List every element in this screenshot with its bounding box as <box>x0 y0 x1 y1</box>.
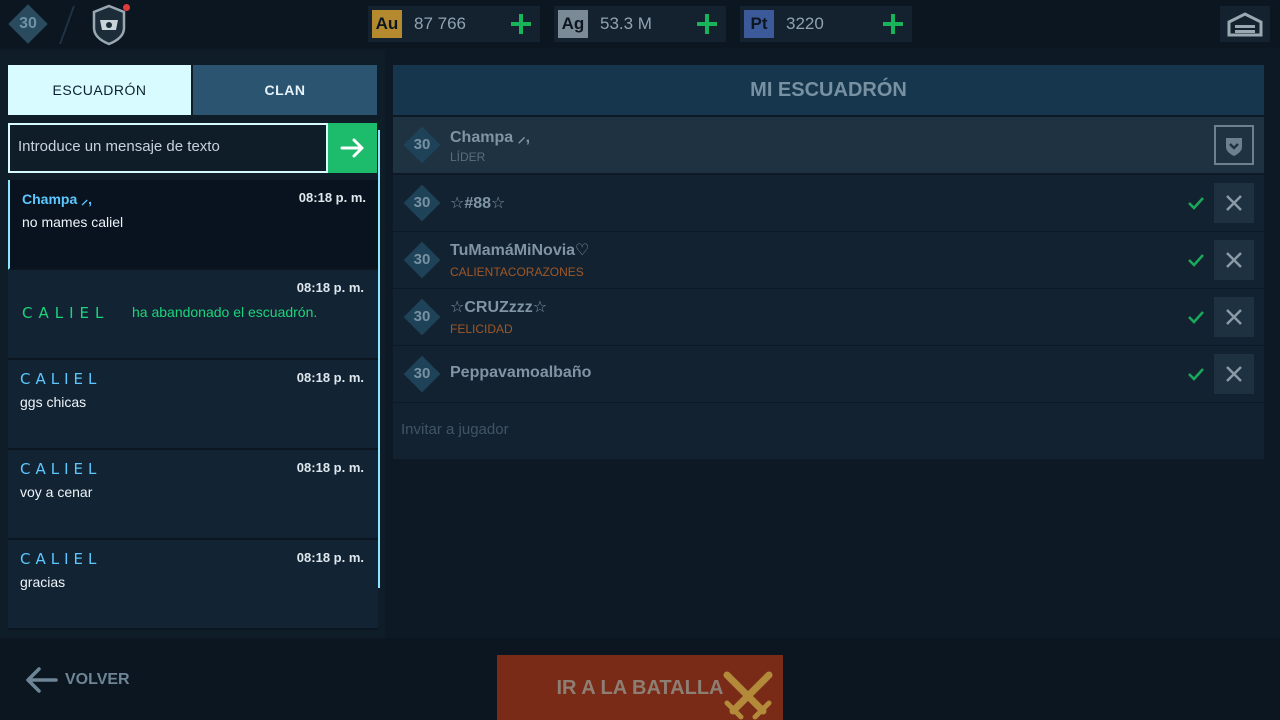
member-level-badge: 30 <box>403 298 441 336</box>
back-button[interactable]: VOLVER <box>22 660 142 700</box>
platinum-amount: 3220 <box>786 14 824 33</box>
kick-member-button[interactable] <box>1214 183 1254 223</box>
shield-icon <box>1226 138 1242 156</box>
member-level-badge: 30 <box>403 126 441 164</box>
squad-member-row[interactable]: 30 ☆CRUZzzz☆ FELICIDAD <box>393 289 1264 345</box>
message-time: 08:18 p. m. <box>298 190 366 205</box>
chat-message: CALIEL 08:18 p. m. voy a cenar <box>8 450 378 540</box>
squad-title: MI ESCUADRÓN <box>393 65 1264 115</box>
squad-panel: MI ESCUADRÓN 30 Champa ⸝, LÍDER 30 ☆#88☆… <box>393 65 1264 460</box>
hangar-button[interactable] <box>1220 6 1270 42</box>
invite-placeholder: Invitar a jugador <box>401 421 509 438</box>
ready-check-icon <box>1188 368 1204 381</box>
member-name: TuMamáMiNovia♡ <box>450 242 590 259</box>
message-author[interactable]: CALIEL <box>20 460 101 478</box>
message-text: no mames caliel <box>22 214 124 230</box>
ready-check-icon <box>1188 311 1204 324</box>
add-silver-button[interactable] <box>694 11 720 37</box>
tab-clan[interactable]: CLAN <box>193 65 377 115</box>
kick-member-button[interactable] <box>1214 297 1254 337</box>
chat-scrollbar[interactable] <box>378 130 380 588</box>
gold-amount: 87 766 <box>414 14 466 33</box>
notification-dot <box>123 4 130 11</box>
kick-member-button[interactable] <box>1214 354 1254 394</box>
platinum-icon: Pt <box>744 10 774 38</box>
close-icon <box>1226 195 1242 211</box>
leader-shield-button[interactable] <box>1214 125 1254 165</box>
message-input[interactable] <box>10 125 326 167</box>
chat-message: Champa ⸝, 08:18 p. m. no mames caliel <box>8 180 378 270</box>
gold-currency: Au 87 766 <box>368 6 540 42</box>
member-level-badge: 30 <box>403 184 441 222</box>
message-time: 08:18 p. m. <box>296 550 364 565</box>
close-icon <box>1226 252 1242 268</box>
close-icon <box>1226 309 1242 325</box>
top-bar: 30 Au 87 766 Ag 53.3 M Pt 3220 <box>0 0 1280 48</box>
chat-panel: ESCUADRÓN CLAN Champa ⸝, 08:18 p. m. no … <box>0 50 385 638</box>
message-author[interactable]: CALIEL <box>20 370 101 388</box>
player-level-badge: 30 <box>8 4 48 44</box>
squad-member-row[interactable]: 30 Peppavamoalbaño <box>393 346 1264 402</box>
member-name: ☆CRUZzzz☆ <box>450 299 548 316</box>
battle-label: IR A LA BATALLA <box>556 677 724 699</box>
silver-icon: Ag <box>558 10 588 38</box>
message-time: 08:18 p. m. <box>296 460 364 475</box>
ready-check-icon <box>1188 254 1204 267</box>
message-author[interactable]: CALIEL <box>20 550 101 568</box>
chat-message: CALIEL 08:18 p. m. gracias <box>8 540 378 630</box>
chat-system-message: 08:18 p. m. CALIEL ha abandonado el escu… <box>8 270 378 360</box>
message-text: voy a cenar <box>20 484 93 500</box>
add-platinum-button[interactable] <box>880 11 906 37</box>
member-level-badge: 30 <box>403 241 441 279</box>
squad-member-row[interactable]: 30 Champa ⸝, LÍDER <box>393 117 1264 173</box>
ready-check-icon <box>1188 197 1204 210</box>
squad-member-row[interactable]: 30 ☆#88☆ <box>393 175 1264 231</box>
kick-member-button[interactable] <box>1214 240 1254 280</box>
platinum-currency: Pt 3220 <box>740 6 912 42</box>
member-name: Peppavamoalbaño <box>450 364 592 381</box>
add-gold-button[interactable] <box>508 11 534 37</box>
member-title: CALIENTACORAZONES <box>450 265 584 279</box>
arrow-right-icon <box>340 138 364 158</box>
member-name: Champa ⸝, <box>450 129 531 146</box>
message-author[interactable]: Champa ⸝, <box>22 190 92 209</box>
invite-player-field[interactable]: Invitar a jugador <box>393 403 1264 459</box>
message-time: 08:18 p. m. <box>296 280 364 295</box>
message-text: gracias <box>20 574 66 590</box>
gold-icon: Au <box>372 10 402 38</box>
member-name: ☆#88☆ <box>450 195 506 212</box>
hangar-icon <box>1227 12 1263 37</box>
squad-emblem-icon[interactable] <box>86 2 132 46</box>
message-author[interactable]: CALIEL <box>22 304 109 322</box>
close-icon <box>1226 366 1242 382</box>
go-to-battle-button[interactable]: IR A LA BATALLA <box>497 655 783 720</box>
divider <box>59 6 75 44</box>
member-title: FELICIDAD <box>450 322 513 336</box>
arrow-left-icon <box>26 667 58 693</box>
chat-message: CALIEL 08:18 p. m. ggs chicas <box>8 360 378 450</box>
squad-member-row[interactable]: 30 TuMamáMiNovia♡ CALIENTACORAZONES <box>393 232 1264 288</box>
message-text: ggs chicas <box>20 394 87 410</box>
member-title: LÍDER <box>450 150 486 164</box>
message-field[interactable] <box>8 123 328 173</box>
chat-messages[interactable]: Champa ⸝, 08:18 p. m. no mames caliel 08… <box>8 180 378 638</box>
silver-amount: 53.3 M <box>600 14 652 33</box>
back-label: VOLVER <box>65 671 130 688</box>
silver-currency: Ag 53.3 M <box>554 6 726 42</box>
member-level-badge: 30 <box>403 355 441 393</box>
system-text: ha abandonado el escuadrón. <box>132 304 318 320</box>
send-button[interactable] <box>328 123 377 173</box>
tab-squad[interactable]: ESCUADRÓN <box>8 65 191 115</box>
message-time: 08:18 p. m. <box>296 370 364 385</box>
